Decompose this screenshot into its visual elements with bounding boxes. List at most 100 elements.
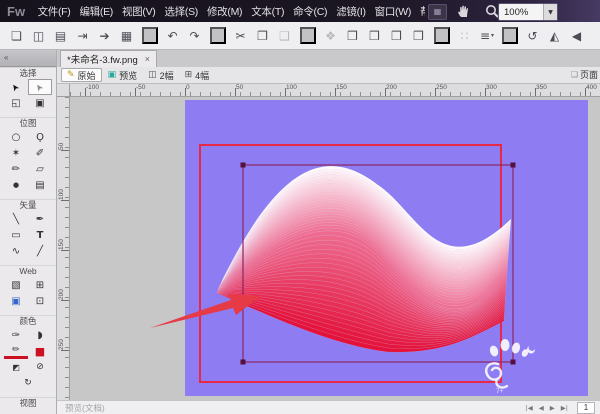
toolbar-icon: ◀ — [572, 29, 581, 43]
tool-icon: ✐ — [36, 148, 44, 159]
close-icon[interactable]: × — [145, 54, 150, 64]
knife-tool[interactable]: ╱ — [28, 243, 52, 259]
ungroup-button[interactable]: ❒ — [364, 25, 386, 46]
text-tool[interactable]: T — [28, 227, 52, 243]
undo-button[interactable]: ↶ — [162, 25, 184, 46]
bring-to-front-button[interactable]: ❒ — [386, 25, 408, 46]
tool-section-label: 位图 — [0, 117, 56, 129]
freeform-tool[interactable]: ∿ — [4, 243, 28, 259]
stroke-color-well[interactable]: ✏ — [4, 343, 28, 359]
crop-document-button[interactable]: ❖ — [320, 25, 342, 46]
print-button[interactable]: ▦ — [116, 25, 138, 46]
slice-tool[interactable]: ⊞ — [28, 277, 52, 293]
pencil-tool[interactable]: ✏ — [4, 161, 28, 177]
hide-slices-button[interactable]: ▣ — [4, 293, 28, 309]
rubber-stamp-tool[interactable]: ▤ — [28, 177, 52, 193]
redo-button[interactable]: ↷ — [184, 25, 206, 46]
menu-item[interactable]: 帮助(H) — [416, 1, 426, 22]
brush-tool[interactable]: ✐ — [28, 145, 52, 161]
ruler-tick — [61, 250, 69, 251]
menu-item[interactable]: 修改(M) — [202, 1, 246, 22]
tools-panel-header[interactable]: « — [0, 50, 56, 67]
rotate-button[interactable]: ↺ — [522, 25, 544, 46]
view-4up-button[interactable]: ⊞ 4幅 — [180, 68, 215, 82]
toolbar-separator[interactable] — [434, 27, 450, 44]
menu-item[interactable]: 文件(F) — [33, 1, 75, 22]
toolbar-separator[interactable] — [300, 27, 316, 44]
line-tool[interactable]: ╲ — [4, 211, 28, 227]
view-2up-button[interactable]: ◫ 2幅 — [143, 68, 179, 82]
menu-item[interactable]: 窗口(W) — [370, 1, 415, 22]
view-preview-button[interactable]: ▣ 预览 — [103, 68, 143, 82]
tool-section-label: 矢量 — [0, 199, 56, 211]
toolbar-icon: ❐ — [257, 29, 268, 43]
align-button[interactable]: ≡ ▾ — [476, 25, 498, 46]
first-page-button[interactable]: |◀ — [523, 404, 536, 412]
tools-panel: « 选择 ➤ ➤ ◱ ▣ — [0, 50, 57, 414]
toolbar-separator[interactable] — [210, 27, 226, 44]
paste-button[interactable]: ❑ — [274, 25, 296, 46]
scale-tool[interactable]: ◱ — [4, 95, 28, 111]
next-page-button[interactable]: ▶ — [547, 404, 558, 412]
menu-item[interactable]: 滤镜(I) — [332, 1, 370, 22]
marquee-tool[interactable]: ○ — [4, 129, 28, 145]
menu-item[interactable]: 编辑(E) — [75, 1, 118, 22]
import-button[interactable]: ⇥ — [72, 25, 94, 46]
zoom-level-select[interactable]: 100% ▼ — [498, 3, 558, 21]
copy-button[interactable]: ❐ — [252, 25, 274, 46]
prev-page-button[interactable]: ◀ — [536, 404, 547, 412]
wave-mesh-object[interactable] — [217, 166, 511, 352]
view-mode-icon: ▣ — [108, 70, 117, 80]
paint-bucket-tool[interactable]: ◗ — [28, 327, 52, 343]
view-original-button[interactable]: ✎ 原始 — [61, 68, 102, 82]
new-button[interactable]: ❏ — [6, 25, 28, 46]
eyedropper-tool[interactable]: ✑ — [4, 327, 28, 343]
tool-icon: ╲ — [13, 214, 19, 225]
swap-colors-button[interactable]: ↻ — [16, 375, 40, 391]
paw-watermark: 7+ — [486, 339, 535, 395]
menu-list: 文件(F)编辑(E)视图(V)选择(S)修改(M)文本(T)命令(C)滤镜(I)… — [33, 1, 425, 22]
show-slices-button[interactable]: ⊡ — [28, 293, 52, 309]
distribute-button[interactable]: ∷ — [454, 25, 476, 46]
subselection-tool[interactable]: ➤ — [28, 79, 52, 95]
pages-panel-tab[interactable]: ❏ 页面 — [571, 68, 598, 81]
lasso-tool[interactable]: Ϙ — [28, 129, 52, 145]
ruler-label: -100 — [86, 84, 99, 91]
hotspot-tool[interactable]: ▧ — [4, 277, 28, 293]
hand-tool-icon[interactable] — [455, 3, 473, 19]
cut-button[interactable]: ✂ — [230, 25, 252, 46]
toolbar-separator[interactable] — [502, 27, 518, 44]
menu-item[interactable]: 视图(V) — [117, 1, 160, 22]
tool-section: 选择 ➤ ➤ ◱ ▣ — [0, 67, 56, 111]
toolbar-separator[interactable] — [142, 27, 158, 44]
fill-color-well[interactable]: ■ — [28, 343, 52, 359]
ruler-label: 0 — [186, 84, 190, 91]
screen-mode-icon[interactable]: ▦ — [428, 4, 447, 20]
rectangle-tool[interactable]: ▭ — [4, 227, 28, 243]
default-colors-button[interactable]: ◩ — [4, 359, 28, 375]
flip-vertical-button[interactable]: ◀ — [566, 25, 588, 46]
pointer-tool[interactable]: ➤ — [4, 79, 28, 95]
document-tab[interactable]: *未命名-3.fw.png × — [60, 50, 157, 67]
magic-wand-tool[interactable]: ✶ — [4, 145, 28, 161]
toolbar-icon: ❖ — [325, 29, 336, 43]
open-button[interactable]: ▤ — [50, 25, 72, 46]
export-button[interactable]: ➔ — [94, 25, 116, 46]
eraser-tool[interactable]: ▱ — [28, 161, 52, 177]
menu-item[interactable]: 选择(S) — [160, 1, 203, 22]
ruler-label: 250 — [436, 84, 447, 91]
pen-tool[interactable]: ✒ — [28, 211, 52, 227]
crop-tool[interactable]: ▣ — [28, 95, 52, 111]
last-page-button[interactable]: ▶| — [558, 404, 571, 412]
save-button[interactable]: ◫ — [28, 25, 50, 46]
flip-horizontal-button[interactable]: ◭ — [544, 25, 566, 46]
send-to-back-button[interactable]: ❒ — [408, 25, 430, 46]
menu-item[interactable]: 文本(T) — [247, 1, 289, 22]
chevron-down-icon[interactable]: ▼ — [543, 4, 557, 20]
canvas-artwork[interactable]: 7+ — [70, 97, 600, 400]
group-button[interactable]: ❒ — [342, 25, 364, 46]
no-color-button[interactable]: ⊘ — [28, 359, 52, 375]
blur-tool[interactable]: ● — [4, 177, 28, 193]
tool-icon: ◩ — [12, 363, 20, 372]
menu-item[interactable]: 命令(C) — [289, 1, 332, 22]
